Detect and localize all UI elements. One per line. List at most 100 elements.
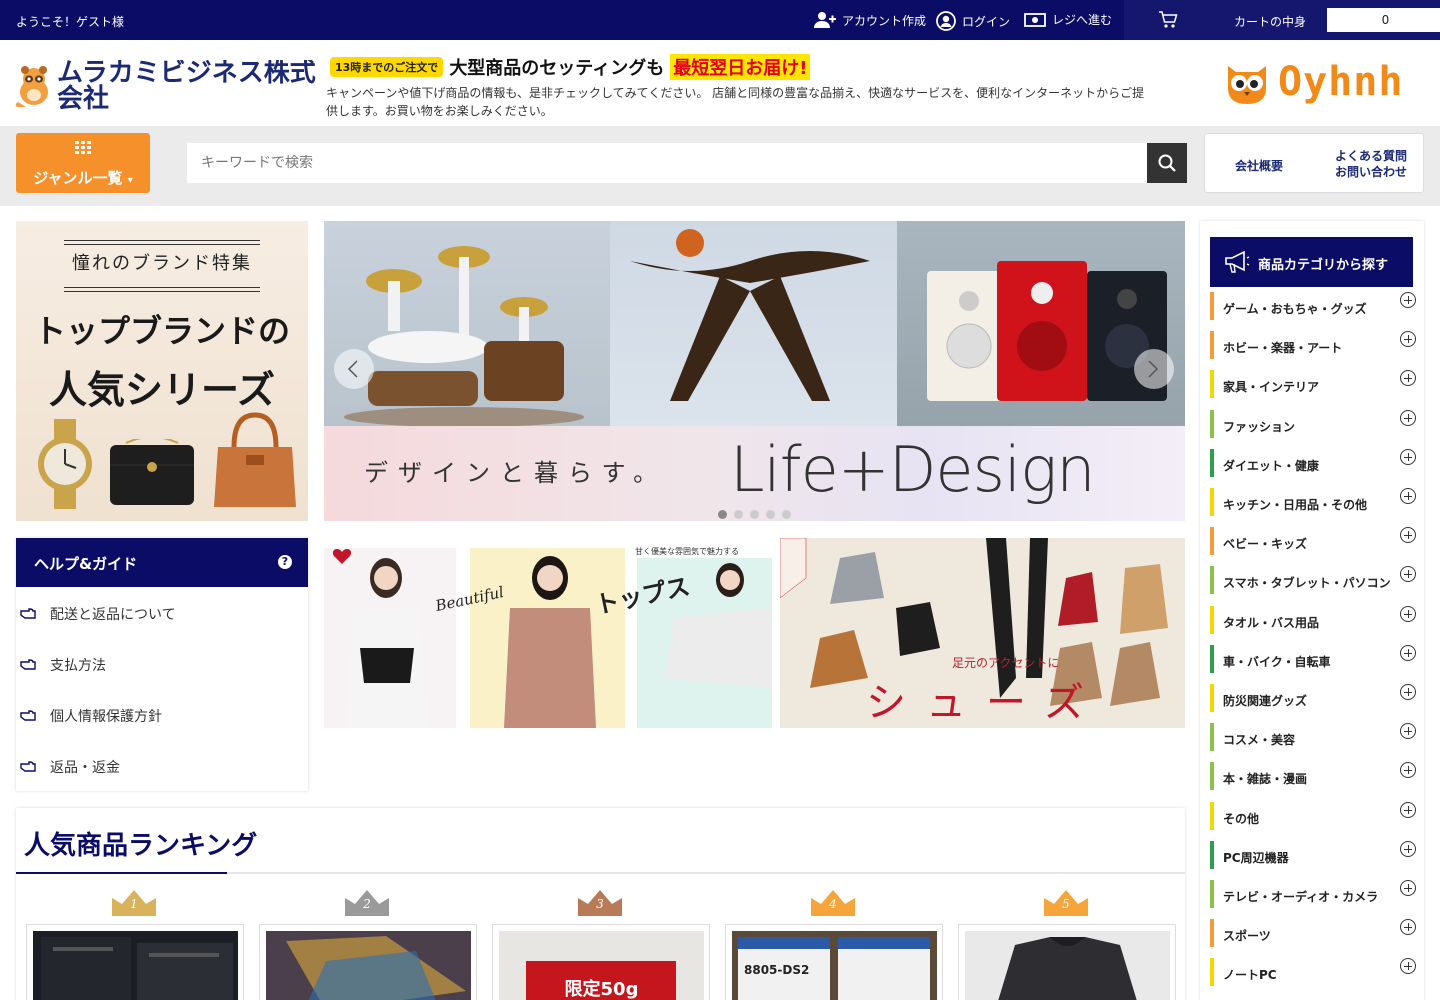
rank-crown: 3: [578, 888, 622, 916]
banner-divider: [64, 244, 260, 245]
product-image: 8805-DS2: [732, 931, 937, 1000]
ranking-product-card[interactable]: 8805-DS2: [725, 924, 943, 1000]
help-item[interactable]: 個人情報保護方針: [16, 704, 308, 728]
carousel-next-button[interactable]: [1134, 349, 1174, 389]
plus-circle-icon[interactable]: [1400, 370, 1416, 387]
help-item[interactable]: 配送と返品について: [16, 602, 308, 626]
question-icon: ?: [278, 555, 292, 569]
category-item[interactable]: ダイエット・健康: [1210, 448, 1416, 477]
category-item[interactable]: 家具・インテリア: [1210, 370, 1416, 399]
category-item[interactable]: ファッション: [1210, 409, 1416, 438]
carousel-dot[interactable]: [734, 510, 743, 519]
help-item-label: 支払方法: [50, 658, 106, 674]
faq-link[interactable]: よくある質問: [1335, 148, 1407, 164]
carousel-dot[interactable]: [766, 510, 775, 519]
category-label: ダイエット・健康: [1223, 458, 1319, 473]
category-item[interactable]: その他: [1210, 801, 1416, 830]
chevron-left-icon: [347, 360, 358, 378]
ranking-product-card[interactable]: [259, 924, 477, 1000]
category-item[interactable]: スポーツ: [1210, 919, 1416, 948]
category-header: 商品カテゴリから探す: [1210, 237, 1413, 287]
contact-link[interactable]: お問い合わせ: [1335, 164, 1407, 180]
chevron-right-icon: [1148, 360, 1159, 378]
plus-circle-icon[interactable]: [1400, 801, 1416, 818]
carousel-dot[interactable]: [718, 510, 727, 519]
rank-number: 1: [130, 897, 138, 911]
cart-count: 0: [1327, 8, 1440, 32]
ranking-product-card[interactable]: [958, 924, 1176, 1000]
carousel-prev-button[interactable]: [334, 349, 374, 389]
plus-circle-icon[interactable]: [1400, 527, 1416, 544]
plus-circle-icon[interactable]: [1400, 409, 1416, 426]
orange-bag-image: [214, 412, 296, 507]
ranking-title: 人気商品ランキング: [24, 831, 258, 861]
banner-divider: [64, 291, 260, 292]
plus-circle-icon[interactable]: [1400, 723, 1416, 740]
plus-circle-icon[interactable]: [1400, 644, 1416, 661]
hero-panel-radios: [897, 221, 1185, 426]
plus-circle-icon[interactable]: [1400, 958, 1416, 975]
category-item[interactable]: 防災関連グッズ: [1210, 684, 1416, 712]
category-item[interactable]: キッチン・日用品・その他: [1210, 488, 1416, 516]
category-item[interactable]: PC周辺機器: [1210, 840, 1416, 869]
checkout-label: レジへ進む: [1052, 13, 1113, 27]
plus-circle-icon[interactable]: [1400, 919, 1416, 936]
category-item[interactable]: 本・雑誌・漫画: [1210, 762, 1416, 791]
plus-circle-icon[interactable]: [1400, 448, 1416, 465]
carousel-dot[interactable]: [750, 510, 759, 519]
plus-circle-icon[interactable]: [1400, 762, 1416, 779]
plus-circle-icon[interactable]: [1400, 605, 1416, 622]
category-item[interactable]: コスメ・美容: [1210, 723, 1416, 752]
category-label: スマホ・タブレット・パソコン: [1223, 576, 1391, 591]
plus-circle-icon[interactable]: [1400, 880, 1416, 896]
brand-logo[interactable]: Oyhnh: [1222, 58, 1403, 106]
search-button[interactable]: [1147, 143, 1187, 183]
category-label: キッチン・日用品・その他: [1223, 498, 1368, 512]
plus-circle-icon[interactable]: [1400, 292, 1416, 308]
hero-carousel[interactable]: デザインと暮らす。 Life+Design: [324, 221, 1185, 521]
create-account-link[interactable]: アカウント作成: [814, 11, 926, 29]
rank-number: 3: [596, 897, 604, 911]
banner-line1: 憧れのブランド特集: [72, 253, 252, 274]
category-label: ゲーム・おもちゃ・グッズ: [1223, 302, 1367, 316]
genre-dropdown-button[interactable]: ジャンル一覧 ▾: [16, 133, 150, 193]
category-item[interactable]: ゲーム・おもちゃ・グッズ: [1210, 292, 1416, 320]
help-item[interactable]: 返品・返金: [16, 755, 308, 779]
brand-feature-banner[interactable]: 憧れのブランド特集 トップブランドの 人気シリーズ: [16, 221, 308, 521]
pointing-hand-icon: [20, 761, 36, 772]
plus-circle-icon[interactable]: [1400, 840, 1416, 857]
ranking-product-card[interactable]: [26, 924, 244, 1000]
category-item[interactable]: タオル・バス用品: [1210, 605, 1416, 634]
company-info-link[interactable]: 会社概要: [1235, 157, 1283, 174]
ranking-product-card[interactable]: 限定50g: [492, 924, 710, 1000]
rank-crown: 2: [345, 888, 389, 916]
plus-circle-icon[interactable]: [1400, 331, 1416, 348]
category-item[interactable]: スマホ・タブレット・パソコン: [1210, 566, 1416, 595]
category-item[interactable]: ノートPC: [1210, 958, 1416, 987]
site-logo[interactable]: ムラカミビジネス株式会社: [15, 60, 327, 112]
category-label: 防災関連グッズ: [1223, 694, 1308, 708]
help-item[interactable]: 支払方法: [16, 653, 308, 677]
hero-text-en: Life+Design: [730, 433, 1096, 506]
search-input[interactable]: [187, 143, 1147, 183]
category-label: スポーツ: [1223, 929, 1271, 944]
category-item[interactable]: 車・バイク・自転車: [1210, 644, 1416, 673]
checkout-link[interactable]: レジへ進む: [1024, 11, 1112, 28]
banner-divider: [64, 287, 260, 288]
promo-badge: 13時までのご注文で: [330, 57, 444, 77]
cart-box[interactable]: カートの中身 0: [1124, 0, 1440, 40]
shoes-banner[interactable]: 足元のアクセントに シューズ: [780, 538, 1185, 728]
plus-circle-icon[interactable]: [1400, 488, 1416, 504]
category-item[interactable]: テレビ・オーディオ・カメラ: [1210, 880, 1416, 908]
promo-banner: 13時までのご注文で 大型商品のセッティングも 最短翌日お届け!: [330, 54, 811, 80]
plus-circle-icon[interactable]: [1400, 684, 1416, 700]
product-image: [33, 931, 238, 1000]
category-item[interactable]: ベビー・キッズ: [1210, 527, 1416, 556]
category-item[interactable]: ホビー・楽器・アート: [1210, 331, 1416, 360]
carousel-dot[interactable]: [782, 510, 791, 519]
megaphone-icon: [1225, 250, 1250, 273]
login-link[interactable]: ログイン: [936, 11, 1010, 31]
money-icon: [1024, 12, 1046, 27]
fashion-banner[interactable]: Beautiful トップス 甘く優美な雰囲気で魅力する: [324, 538, 772, 728]
plus-circle-icon[interactable]: [1400, 566, 1416, 583]
